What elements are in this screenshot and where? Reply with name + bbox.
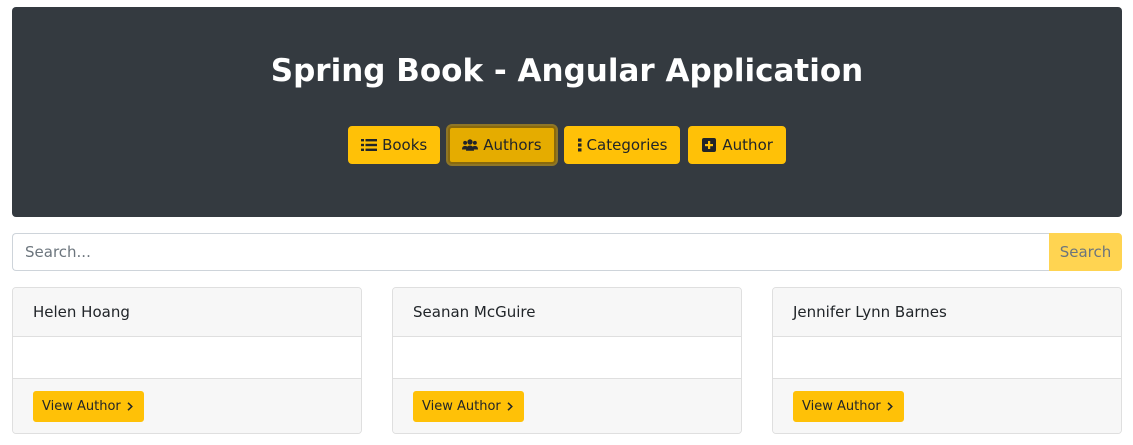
header-banner: Spring Book - Angular Application Books	[12, 7, 1122, 217]
plus-square-icon	[701, 137, 717, 153]
card-footer: View Author	[13, 378, 361, 433]
card-body	[393, 337, 741, 378]
author-name: Seanan McGuire	[393, 288, 741, 337]
view-author-label: View Author	[42, 398, 121, 414]
books-button-label: Books	[382, 136, 428, 154]
view-author-button[interactable]: View Author	[33, 390, 144, 422]
chevron-right-icon	[507, 401, 515, 411]
categories-button[interactable]: Categories	[563, 126, 681, 164]
chevron-right-icon	[127, 401, 135, 411]
card-footer: View Author	[393, 378, 741, 433]
add-author-button-label: Author	[722, 136, 773, 154]
page-title: Spring Book - Angular Application	[270, 53, 864, 89]
card-footer: View Author	[773, 378, 1121, 433]
books-button[interactable]: Books	[348, 126, 441, 164]
author-name: Helen Hoang	[13, 288, 361, 337]
search-input[interactable]	[12, 233, 1049, 271]
author-card: Seanan McGuire View Author	[392, 287, 742, 434]
authors-button-label: Authors	[483, 136, 542, 154]
card-body	[773, 337, 1121, 378]
add-author-button[interactable]: Author	[688, 126, 786, 164]
author-card: Helen Hoang View Author	[12, 287, 362, 434]
ellipsis-vertical-icon	[577, 137, 583, 153]
chevron-right-icon	[887, 401, 895, 411]
view-author-label: View Author	[802, 398, 881, 414]
author-list: Helen Hoang View Author Seanan McGuire V…	[12, 287, 1122, 434]
view-author-button[interactable]: View Author	[793, 390, 904, 422]
main-nav: Books Authors Categories Author	[12, 126, 1122, 164]
authors-button[interactable]: Authors	[448, 126, 556, 164]
search-bar: Search	[12, 233, 1122, 271]
categories-button-label: Categories	[586, 136, 668, 154]
view-author-label: View Author	[422, 398, 501, 414]
card-body	[13, 337, 361, 378]
view-author-button[interactable]: View Author	[413, 390, 524, 422]
search-button[interactable]: Search	[1049, 233, 1122, 271]
author-card: Jennifer Lynn Barnes View Author	[772, 287, 1122, 434]
author-name: Jennifer Lynn Barnes	[773, 288, 1121, 337]
users-icon	[462, 137, 479, 153]
list-icon	[361, 137, 378, 153]
